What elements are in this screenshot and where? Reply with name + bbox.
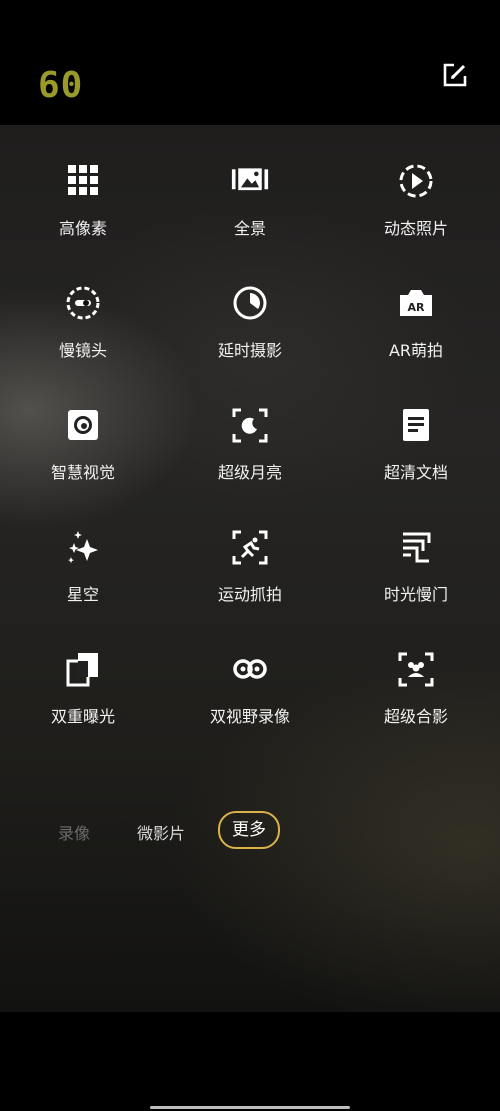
- mode-group-photo[interactable]: 超级合影: [333, 651, 499, 761]
- edit-modes-button[interactable]: [442, 62, 468, 88]
- dual-view-video-icon: [231, 651, 269, 689]
- mode-smart-vision[interactable]: 智慧视觉: [0, 407, 166, 517]
- mode-tabs: 录像 微影片 更多: [0, 808, 500, 852]
- top-bar: [0, 0, 500, 125]
- panorama-icon: [231, 163, 269, 201]
- tab-more[interactable]: 更多: [218, 811, 280, 849]
- mode-super-moon[interactable]: 超级月亮: [167, 407, 333, 517]
- sports-capture-icon: [231, 529, 269, 567]
- mode-starry-sky[interactable]: 星空: [0, 529, 166, 639]
- mode-label: 时光慢门: [383, 585, 448, 604]
- mode-label: 高像素: [58, 219, 107, 238]
- mode-label: 运动抓拍: [217, 585, 282, 604]
- ar-camera-icon: AR: [397, 285, 435, 323]
- group-photo-icon: [397, 651, 435, 689]
- slow-motion-icon: [64, 285, 102, 323]
- timelapse-icon: [231, 285, 269, 323]
- mode-slow-shutter[interactable]: 时光慢门: [333, 529, 499, 639]
- live-photo-icon: [397, 163, 435, 201]
- mode-label: 动态照片: [383, 219, 448, 238]
- home-indicator[interactable]: [150, 1106, 350, 1109]
- mode-double-exposure[interactable]: 双重曝光: [0, 651, 166, 761]
- high-pixel-icon: [64, 163, 102, 201]
- mode-label: 双重曝光: [50, 707, 115, 726]
- mode-label: 慢镜头: [58, 341, 107, 360]
- edit-icon: [443, 63, 467, 87]
- starry-sky-icon: [64, 529, 102, 567]
- mode-label: 超级月亮: [217, 463, 282, 482]
- mode-label: 双视野录像: [209, 707, 290, 726]
- mode-live-photo[interactable]: 动态照片: [333, 163, 499, 273]
- svg-text:AR: AR: [408, 301, 426, 314]
- mode-document[interactable]: 超清文档: [333, 407, 499, 517]
- super-moon-icon: [231, 407, 269, 445]
- mode-timelapse[interactable]: 延时摄影: [167, 285, 333, 395]
- mode-label: 全景: [233, 219, 266, 238]
- tab-video[interactable]: 录像: [58, 820, 90, 844]
- bottom-bar: [0, 1012, 500, 1111]
- mode-label: 智慧视觉: [50, 463, 115, 482]
- tab-micro-film[interactable]: 微影片: [137, 820, 185, 844]
- mode-label: AR萌拍: [388, 341, 444, 360]
- mode-ar-camera[interactable]: AR AR萌拍: [333, 285, 499, 395]
- document-icon: [397, 407, 435, 445]
- fps-indicator[interactable]: 60: [38, 66, 88, 106]
- mode-slow-motion[interactable]: 慢镜头: [0, 285, 166, 395]
- double-exposure-icon: [64, 651, 102, 689]
- slow-shutter-icon: [397, 529, 435, 567]
- mode-sports-capture[interactable]: 运动抓拍: [167, 529, 333, 639]
- mode-high-pixel[interactable]: 高像素: [0, 163, 166, 273]
- mode-label: 星空: [66, 585, 99, 604]
- smart-vision-icon: [64, 407, 102, 445]
- mode-label: 超级合影: [383, 707, 448, 726]
- mode-label: 超清文档: [383, 463, 448, 482]
- mode-dual-view-video[interactable]: 双视野录像: [167, 651, 333, 761]
- mode-label: 延时摄影: [217, 341, 282, 360]
- mode-panorama[interactable]: 全景: [167, 163, 333, 273]
